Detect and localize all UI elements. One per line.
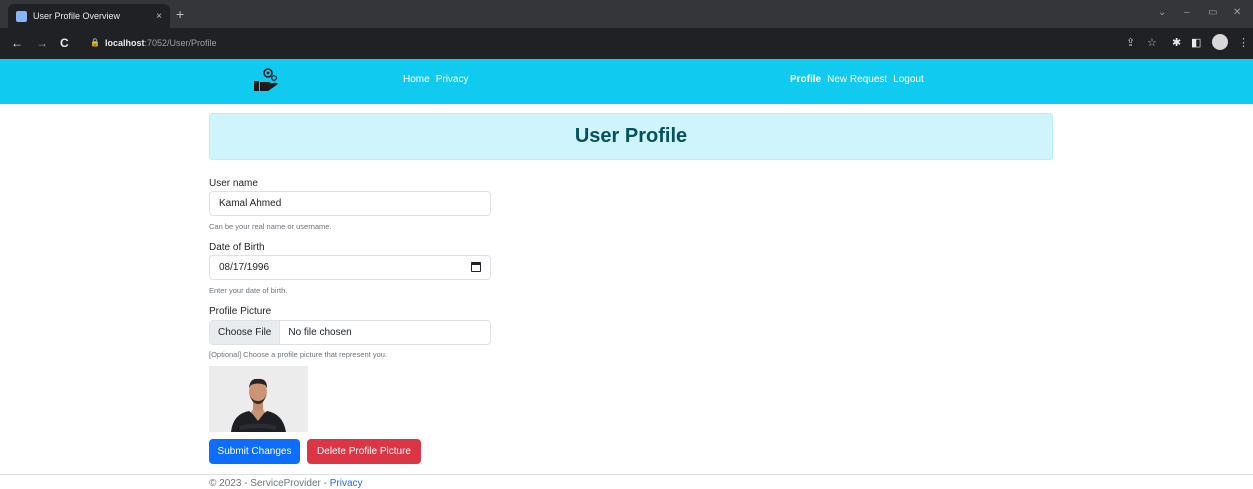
- tab-strip: User Profile Overview × + ⌄ – ▭ ✕: [0, 0, 1253, 28]
- nav-privacy[interactable]: Privacy: [436, 74, 469, 85]
- url-path: :7052/User/Profile: [144, 37, 217, 48]
- footer: © 2023 - ServiceProvider - Privacy: [209, 478, 363, 489]
- picture-label: Profile Picture: [209, 306, 272, 317]
- file-status: No file chosen: [288, 327, 352, 338]
- nav-home[interactable]: Home: [403, 74, 430, 85]
- lock-icon: 🔒: [90, 38, 100, 47]
- dob-label: Date of Birth: [209, 242, 265, 253]
- page-header: User Profile: [209, 113, 1053, 160]
- submit-changes-button[interactable]: Submit Changes: [209, 439, 300, 464]
- close-window-button[interactable]: ✕: [1233, 7, 1241, 18]
- picture-file-input[interactable]: Choose File No file chosen: [209, 320, 491, 345]
- picture-help: [Optional] Choose a profile picture that…: [209, 350, 388, 359]
- close-tab-icon[interactable]: ×: [152, 11, 166, 22]
- nav-logout[interactable]: Logout: [893, 74, 924, 85]
- profile-avatar[interactable]: [1212, 34, 1228, 50]
- tab-title: User Profile Overview: [33, 11, 121, 21]
- reload-button[interactable]: C: [60, 36, 69, 50]
- footer-privacy-link[interactable]: Privacy: [330, 478, 363, 489]
- site-navbar: Home Privacy Profile New Request Logout: [0, 59, 1253, 104]
- hand-gear-logo[interactable]: [251, 65, 281, 95]
- menu-icon[interactable]: ⋮: [1238, 36, 1249, 50]
- forward-button[interactable]: →: [36, 36, 48, 50]
- nav-new-request[interactable]: New Request: [827, 74, 887, 85]
- footer-text: © 2023 - ServiceProvider -: [209, 478, 330, 489]
- browser-chrome: User Profile Overview × + ⌄ – ▭ ✕ ← → C …: [0, 0, 1253, 59]
- dob-input[interactable]: 08/17/1996: [209, 255, 491, 280]
- url-host: localhost: [104, 37, 145, 48]
- dob-value: 08/17/1996: [219, 262, 270, 273]
- username-input[interactable]: Kamal Ahmed: [209, 191, 491, 216]
- browser-toolbar: ← → C 🔒 localhost:7052/User/Profile ⇪ ☆ …: [0, 28, 1253, 59]
- star-icon[interactable]: ☆: [1147, 36, 1157, 50]
- username-value: Kamal Ahmed: [219, 198, 282, 209]
- back-button[interactable]: ←: [11, 36, 23, 50]
- address-bar[interactable]: 🔒 localhost:7052/User/Profile: [86, 32, 1106, 53]
- dob-help: Enter your date of birth.: [209, 286, 288, 295]
- extensions-icon[interactable]: ✱: [1172, 36, 1181, 50]
- username-help: Can be your real name or username.: [209, 222, 332, 231]
- page-icon: [16, 10, 27, 22]
- username-label: User name: [209, 178, 258, 189]
- page-title: User Profile: [574, 125, 688, 147]
- new-tab-button[interactable]: +: [176, 5, 184, 23]
- minimize-button[interactable]: –: [1184, 7, 1190, 18]
- restore-button[interactable]: ▭: [1208, 7, 1217, 18]
- footer-divider: [0, 474, 1253, 475]
- share-icon[interactable]: ⇪: [1126, 36, 1135, 50]
- side-panel-icon[interactable]: ◧: [1191, 36, 1201, 50]
- profile-picture: [209, 366, 308, 432]
- calendar-icon[interactable]: [471, 262, 481, 272]
- choose-file-button[interactable]: Choose File: [210, 321, 281, 344]
- delete-picture-button[interactable]: Delete Profile Picture: [307, 439, 421, 464]
- nav-profile[interactable]: Profile: [790, 74, 821, 85]
- chevron-down-icon[interactable]: ⌄: [1158, 7, 1166, 18]
- browser-tab[interactable]: User Profile Overview ×: [8, 4, 170, 28]
